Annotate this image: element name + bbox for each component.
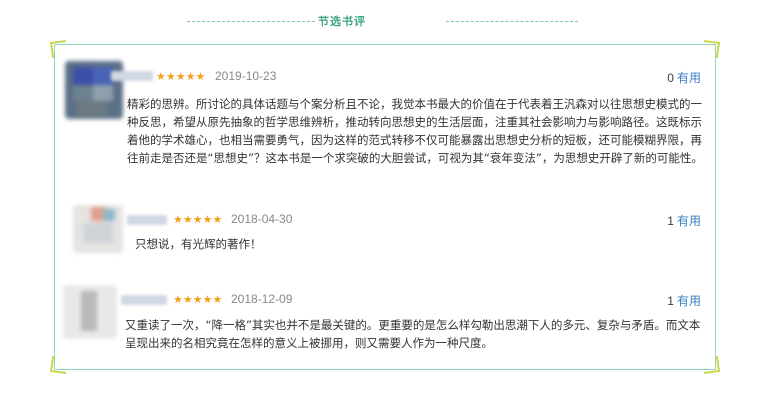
avatar[interactable] (65, 61, 123, 119)
avatar[interactable] (73, 205, 123, 253)
review-text: 精彩的思辨。所讨论的具体话题与个案分析且不论，我觉本书最大的价值在于代表着王汎森… (127, 97, 703, 165)
useful-count: 1 (667, 214, 674, 228)
rating-stars: ★★★★★ (156, 70, 206, 83)
username[interactable] (127, 215, 167, 225)
useful-vote[interactable]: 0 有用 (667, 69, 701, 86)
username[interactable] (111, 71, 153, 81)
rating-stars: ★★★★★ (173, 293, 223, 306)
review-date: 2019-10-23 (215, 69, 277, 83)
section-header: 节选书评 (0, 13, 768, 31)
review-text: 只想说，有光辉的著作！ (135, 237, 262, 251)
useful-label[interactable]: 有用 (677, 71, 701, 85)
username[interactable] (121, 295, 167, 305)
useful-count: 1 (667, 294, 674, 308)
useful-label[interactable]: 有用 (677, 214, 701, 228)
section-title: 节选书评 (318, 15, 366, 28)
rating-stars: ★★★★★ (173, 213, 223, 226)
useful-count: 0 (667, 71, 674, 85)
useful-label[interactable]: 有用 (677, 294, 701, 308)
review-date: 2018-12-09 (231, 292, 293, 306)
useful-vote[interactable]: 1 有用 (667, 212, 701, 229)
decor-corner (49, 39, 69, 59)
decor-corner (701, 39, 721, 59)
reviews-panel: ★★★★★ 2019-10-23 0 有用 精彩的思辨。所讨论的具体话题与个案分析… (49, 39, 721, 375)
review-date: 2018-04-30 (231, 212, 293, 226)
decor-corner (49, 355, 69, 375)
header-divider-left (187, 21, 315, 22)
review-text: 又重读了一次，“降一格”其实也并不是最关键的。更重要的是怎么样勾勒出思潮下人的多… (125, 318, 701, 350)
useful-vote[interactable]: 1 有用 (667, 292, 701, 309)
decor-corner (701, 355, 721, 375)
avatar[interactable] (63, 285, 117, 339)
header-divider-right (446, 21, 578, 22)
